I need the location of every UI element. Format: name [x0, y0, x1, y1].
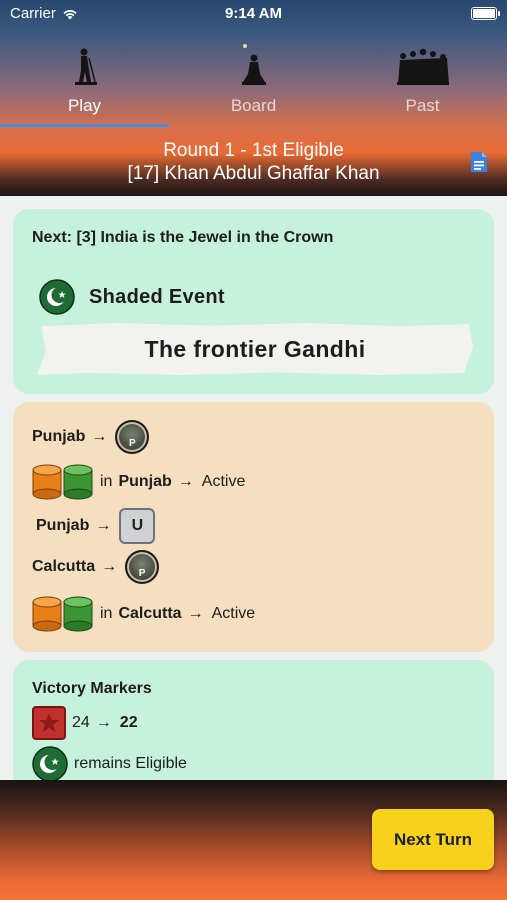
- active-tab-indicator: [0, 124, 169, 127]
- next-card-title: Next: [3] India is the Jewel in the Crow…: [32, 229, 334, 246]
- victory-markers-title: Victory Markers: [32, 680, 152, 697]
- orange-cylinder-icon: [32, 596, 62, 632]
- arrow: →: [95, 517, 112, 534]
- action-row: in Punjab → Active: [32, 464, 245, 500]
- green-cylinder-icon: [63, 596, 93, 632]
- victory-from: 24: [72, 714, 90, 731]
- result-label: Active: [201, 473, 246, 490]
- clock: 9:14 AM: [225, 5, 282, 22]
- victory-to: 22: [119, 714, 138, 731]
- victory-row: 24 → 22: [32, 706, 138, 740]
- tab-board-label: Board: [230, 96, 277, 115]
- prisoner-coin-icon: P: [125, 550, 160, 584]
- place-name: Punjab: [32, 428, 86, 445]
- crowd-march-icon: [338, 46, 507, 86]
- event-name-banner: The frontier Gandhi: [37, 323, 473, 375]
- action-row: Punjab → U: [36, 508, 156, 544]
- footer: Next Turn: [0, 780, 507, 900]
- tab-past[interactable]: Past: [338, 40, 507, 130]
- action-row: in Calcutta → Active: [32, 596, 255, 632]
- in-label: in: [100, 605, 113, 622]
- round-title: Round 1 - 1st Eligible: [163, 140, 344, 161]
- battery-icon: [471, 7, 500, 20]
- header: Carrier 9:14 AM Play Board Past Round 1 …: [0, 0, 507, 196]
- arrow: →: [177, 473, 194, 490]
- tab-board[interactable]: Board: [169, 40, 338, 130]
- seated-figure-icon: [169, 44, 338, 86]
- red-star-marker-icon: [32, 706, 66, 740]
- tab-past-label: Past: [405, 96, 440, 115]
- orange-cylinder-icon: [32, 464, 62, 500]
- action-row: Calcutta → P: [32, 550, 160, 584]
- in-label: in: [100, 473, 113, 490]
- u-marker-icon: U: [119, 508, 156, 544]
- place-name: Calcutta: [32, 558, 96, 575]
- arrow: →: [187, 605, 204, 622]
- arrow: →: [101, 558, 118, 575]
- shaded-event-row: Shaded Event: [39, 279, 225, 315]
- arrow: →: [91, 428, 108, 445]
- next-turn-button[interactable]: Next Turn: [372, 809, 494, 870]
- tab-bar: Play Board Past: [0, 40, 507, 130]
- eligibility-row: remains Eligible: [32, 746, 187, 780]
- gandhi-walking-icon: [0, 46, 169, 86]
- place-name: Punjab: [118, 473, 172, 490]
- tab-play[interactable]: Play: [0, 40, 169, 130]
- actions-card: Punjab → P in Punjab → Active Punjab → U…: [13, 402, 494, 652]
- victory-card: Victory Markers 24 → 22 remains Eligible: [13, 660, 494, 780]
- instructions-scroll[interactable]: Next: [3] India is the Jewel in the Crow…: [0, 196, 507, 780]
- green-cylinder-icon: [63, 464, 93, 500]
- round-info: Round 1 - 1st Eligible [17] Khan Abdul G…: [0, 140, 507, 186]
- result-label: Active: [211, 605, 256, 622]
- crescent-star-icon: [32, 746, 68, 780]
- current-card-title: [17] Khan Abdul Ghaffar Khan: [127, 163, 380, 184]
- action-row: Punjab → P: [32, 420, 150, 454]
- document-icon[interactable]: [467, 150, 491, 174]
- status-bar: Carrier 9:14 AM: [0, 0, 507, 28]
- event-name: The frontier Gandhi: [144, 335, 366, 362]
- place-name: Calcutta: [118, 605, 182, 622]
- arrow: →: [95, 714, 112, 731]
- tab-play-label: Play: [67, 96, 102, 115]
- crescent-star-icon: [39, 279, 75, 315]
- prisoner-coin-icon: P: [115, 420, 150, 454]
- eligible-text: remains Eligible: [74, 755, 187, 772]
- place-name: Punjab: [36, 517, 90, 534]
- next-event-card: Next: [3] India is the Jewel in the Crow…: [13, 209, 494, 394]
- shaded-event-label: Shaded Event: [89, 285, 225, 308]
